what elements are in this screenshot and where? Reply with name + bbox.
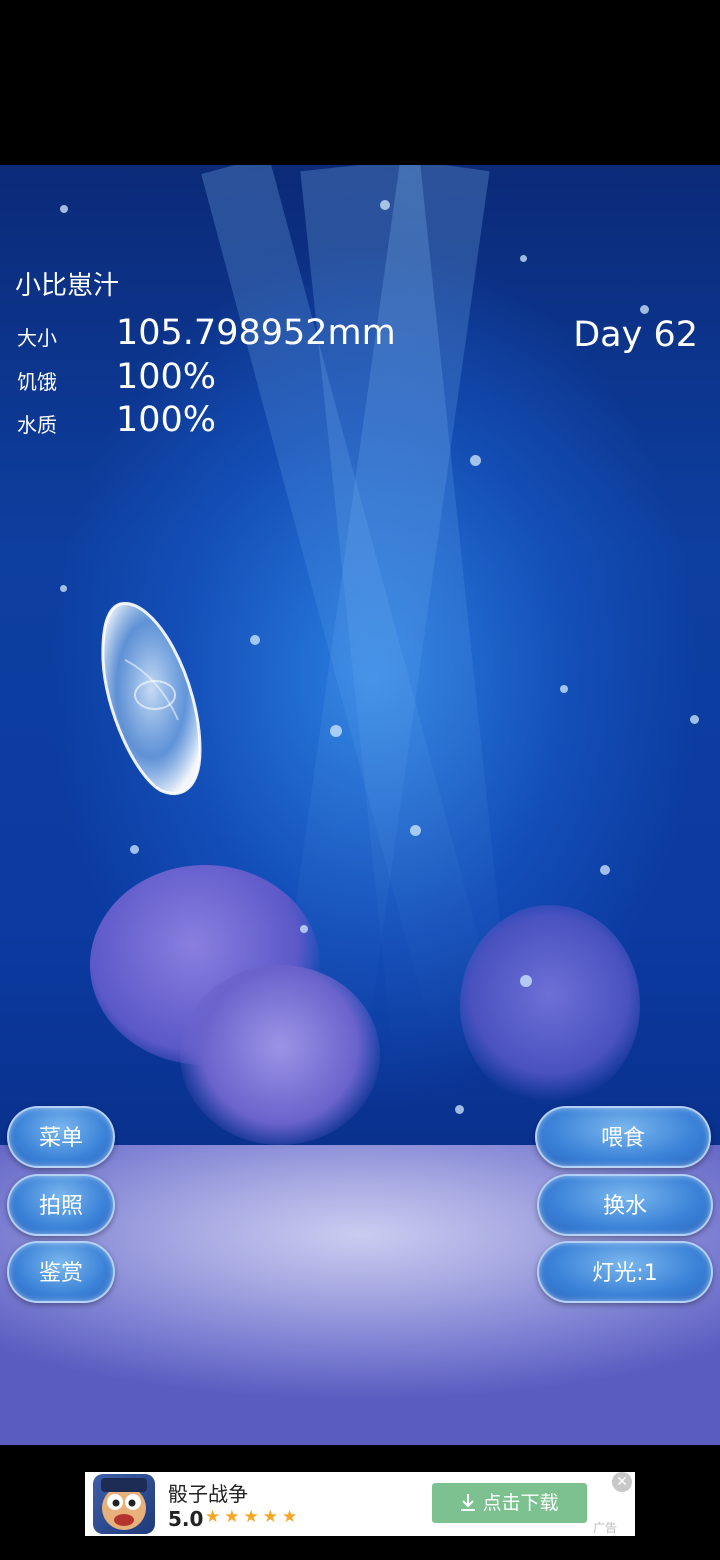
ad-banner[interactable]: 骰子战争 5.0 ★★★★★ 点击下载 ✕ 广告 <box>85 1472 635 1536</box>
bubble <box>470 455 481 466</box>
coral-left-lower <box>180 965 380 1145</box>
bubble <box>520 975 532 987</box>
game-app-icon[interactable] <box>93 1474 155 1534</box>
download-arrow-icon <box>460 1492 482 1514</box>
bubble <box>520 255 527 262</box>
close-icon[interactable]: ✕ <box>612 1472 632 1492</box>
bubble <box>410 825 421 836</box>
jellyfish[interactable] <box>100 600 204 798</box>
bubble <box>690 715 699 724</box>
ad-title: 骰子战争 <box>168 1482 248 1506</box>
bubble <box>130 845 139 854</box>
coral-right <box>460 905 640 1105</box>
change-water-button[interactable]: 换水 <box>537 1174 713 1236</box>
bubble <box>640 305 649 314</box>
bubble <box>560 685 568 693</box>
light-button[interactable]: 灯光:1 <box>537 1241 713 1303</box>
download-button[interactable]: 点击下载 <box>432 1483 587 1523</box>
day-counter: Day 62 <box>573 315 698 355</box>
bubble <box>60 585 67 592</box>
water-quality-value: 100% <box>116 400 217 440</box>
hunger-value: 100% <box>116 357 217 397</box>
menu-button[interactable]: 菜单 <box>7 1106 115 1168</box>
bubble <box>380 200 390 210</box>
photo-button[interactable]: 拍照 <box>7 1174 115 1236</box>
download-label: 点击下载 <box>482 1492 559 1514</box>
water-quality-label: 水质 <box>17 413 57 437</box>
bubble <box>600 865 610 875</box>
ad-rating: 5.0 <box>168 1507 204 1531</box>
size-label: 大小 <box>17 326 57 350</box>
ad-mark: 广告 <box>593 1521 618 1535</box>
bubble <box>60 205 68 213</box>
hunger-label: 饥饿 <box>17 370 57 394</box>
gallery-button[interactable]: 鉴赏 <box>7 1241 115 1303</box>
ad-stars: ★★★★★ <box>205 1507 302 1527</box>
bubble <box>250 635 260 645</box>
feed-button[interactable]: 喂食 <box>535 1106 711 1168</box>
bubble <box>300 925 308 933</box>
size-value: 105.798952mm <box>116 313 396 353</box>
bubble <box>455 1105 464 1114</box>
jellyfish-name: 小比崽汁 <box>15 271 120 301</box>
bubble <box>330 725 342 737</box>
